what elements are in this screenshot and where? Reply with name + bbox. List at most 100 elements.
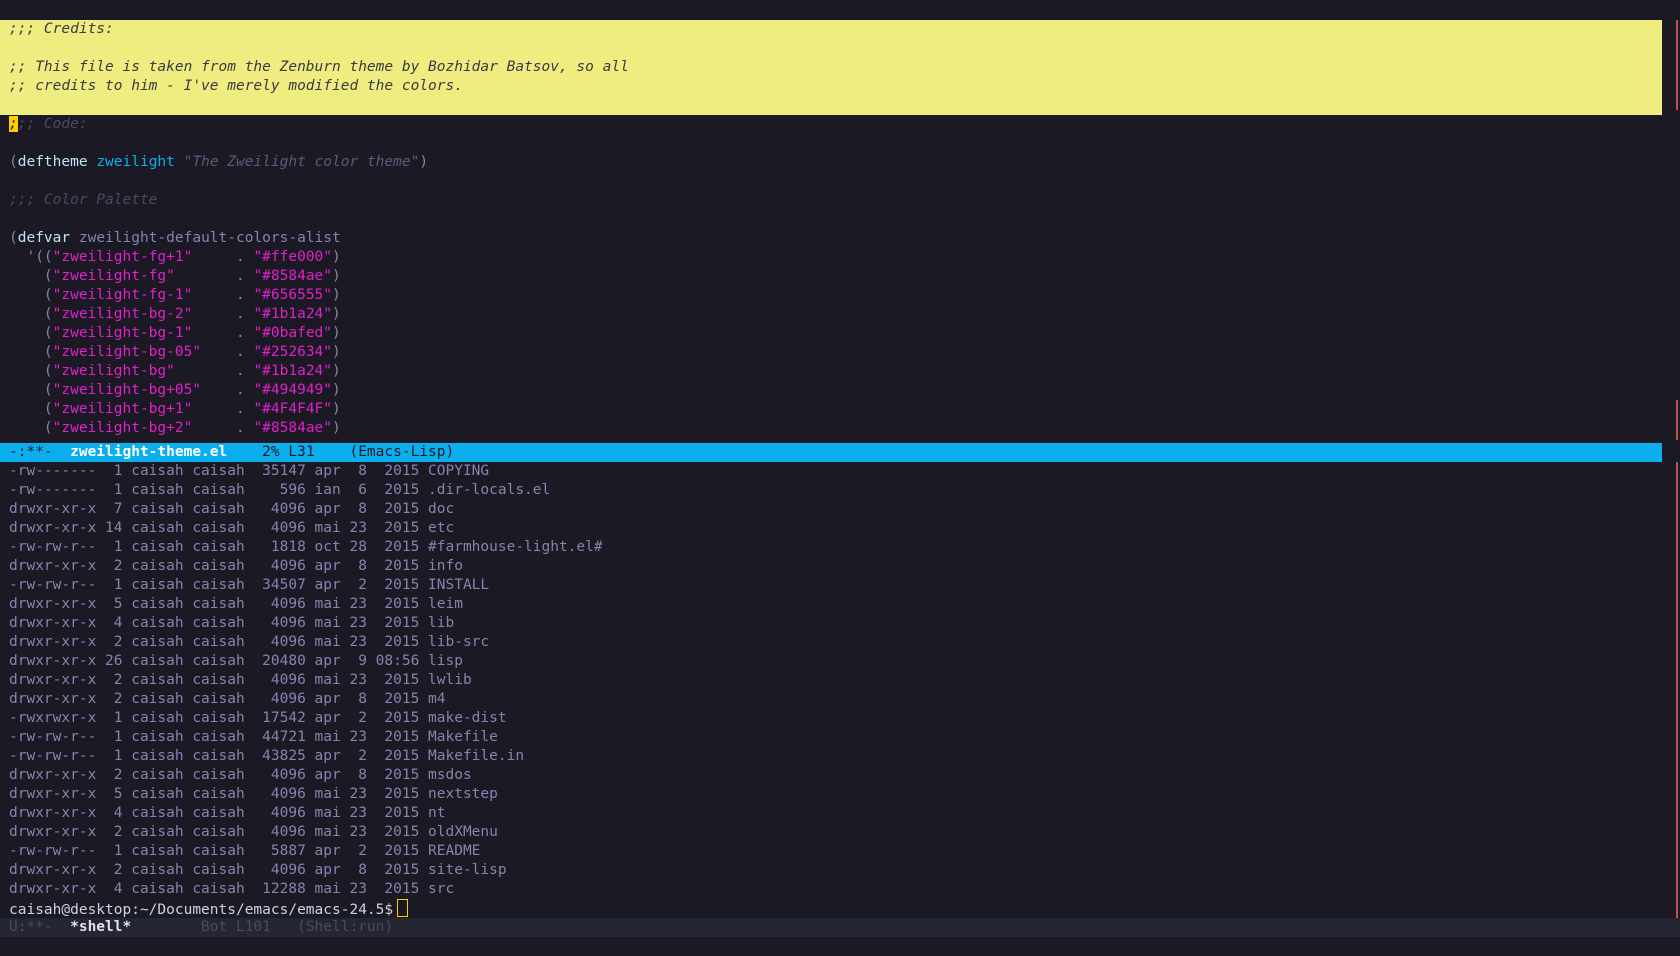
text-cursor[interactable]: ; [9,116,18,132]
color-entry-dot: . [192,306,254,322]
color-entry-name: "zweilight-bg-1" [52,325,193,341]
modeline-editor[interactable]: -:**- zweilight-theme.el 2% L31 (Emacs-L… [0,443,1680,462]
credits-header-line: ;;; Credits: [9,21,114,37]
modeline-mode[interactable]: (Emacs-Lisp) [349,444,454,460]
terminal-cursor[interactable] [397,899,409,917]
color-entry-close: ) [332,325,341,341]
color-entry-value: "#8584ae" [253,420,333,436]
shell-prompt: caisah@desktop:~/Documents/emacs/emacs-2… [9,902,394,918]
color-entry-line: ("zweilight-fg" . "#8584ae") [0,267,1662,286]
color-entry-line: '(("zweilight-fg+1" . "#ffe000") [0,248,1662,267]
color-entry-value: "#1b1a24" [253,306,333,322]
color-entry-open: ( [9,401,53,417]
color-entry-open: '(( [9,249,53,265]
color-entry-close: ) [332,420,341,436]
shell-window[interactable]: -rw------- 1 caisah caisah 35147 apr 8 2… [0,462,1680,918]
color-entry-open: ( [9,325,53,341]
listing-row: -rw-rw-r-- 1 caisah caisah 1818 oct 28 2… [9,539,603,555]
color-entry-name: "zweilight-bg+2" [52,420,193,436]
color-entry-open: ( [9,363,53,379]
color-entry-value: "#4F4F4F" [253,401,333,417]
color-entry-value: "#1b1a24" [253,363,333,379]
listing-row: drwxr-xr-x 2 caisah caisah 4096 mai 23 2… [9,824,498,840]
fringe-marker [1676,20,1678,110]
color-entry-dot: . [201,382,254,398]
code-comment-text: ;; Code: [17,116,88,132]
color-entry-open: ( [9,420,53,436]
credits-highlight-block: ;;; Credits: ;; This file is taken from … [0,20,1662,115]
color-entry-close: ) [332,268,341,284]
color-entry-value: "#0bafed" [253,325,333,341]
modeline-status: U:**- [9,919,71,935]
modeline-buffer-name[interactable]: zweilight-theme.el [70,444,227,460]
color-entry-dot: . [174,363,254,379]
defvar-name: zweilight-default-colors-alist [78,230,341,246]
listing-row: drwxr-xr-x 2 caisah caisah 4096 apr 8 20… [9,767,472,783]
color-entry-line: ("zweilight-bg+1" . "#4F4F4F") [0,400,1662,419]
color-entry-value: "#8584ae" [253,268,333,284]
listing-row: drwxr-xr-x 4 caisah caisah 4096 mai 23 2… [9,805,446,821]
credits-text-line: ;; credits to him - I've merely modified… [9,78,463,94]
color-entry-name: "zweilight-bg" [52,363,175,379]
color-entry-name: "zweilight-fg+1" [52,249,193,265]
palette-comment-line: ;;; Color Palette [9,192,158,208]
listing-row: drwxr-xr-x 26 caisah caisah 20480 apr 9 … [9,653,463,669]
color-entry-name: "zweilight-bg-2" [52,306,193,322]
color-entry-open: ( [9,382,53,398]
listing-row: drwxr-xr-x 2 caisah caisah 4096 apr 8 20… [9,558,463,574]
color-entry-dot: . [192,401,254,417]
theme-docstring: "The Zweilight color theme" [183,154,420,170]
color-entry-value: "#494949" [253,382,333,398]
defvar-keyword: defvar [17,230,71,246]
color-entry-line: ("zweilight-bg+05" . "#494949") [0,381,1662,400]
modeline-position: 2% L31 [227,444,350,460]
color-entry-value: "#656555" [253,287,333,303]
color-entry-value: "#ffe000" [253,249,333,265]
listing-row: drwxr-xr-x 2 caisah caisah 4096 apr 8 20… [9,862,507,878]
color-entry-close: ) [332,249,341,265]
deftheme-keyword: deftheme [17,154,88,170]
color-entry-name: "zweilight-bg+05" [52,382,202,398]
editor-window[interactable]: ;;; Credits: ;; This file is taken from … [0,20,1662,442]
color-entry-dot: . [192,325,254,341]
color-entry-open: ( [9,268,53,284]
color-entry-line: ("zweilight-bg-1" . "#0bafed") [0,324,1662,343]
listing-row: -rw-rw-r-- 1 caisah caisah 43825 apr 2 2… [9,748,525,764]
listing-row: -rw-rw-r-- 1 caisah caisah 5887 apr 2 20… [9,843,481,859]
modeline-mode[interactable]: (Shell:run) [297,919,393,935]
listing-row: drwxr-xr-x 5 caisah caisah 4096 mai 23 2… [9,786,498,802]
color-entry-close: ) [332,382,341,398]
color-entry-close: ) [332,306,341,322]
code-comment-line: ;;; Code: [0,115,1662,134]
listing-row: drwxr-xr-x 7 caisah caisah 4096 apr 8 20… [9,501,455,517]
deftheme-line: (deftheme zweilight "The Zweilight color… [9,154,429,170]
color-entry-close: ) [332,363,341,379]
color-entry-dot: . [192,420,254,436]
color-entry-close: ) [332,344,341,360]
listing-row: -rw------- 1 caisah caisah 35147 apr 8 2… [9,463,490,479]
modeline-status: -:**- [9,444,71,460]
color-entry-open: ( [9,306,53,322]
color-entry-open: ( [9,344,53,360]
color-entry-dot: . [174,268,254,284]
listing-row: drwxr-xr-x 4 caisah caisah 4096 mai 23 2… [9,615,455,631]
color-entry-close: ) [332,401,341,417]
theme-name: zweilight [96,154,175,170]
color-entry-line: ("zweilight-bg" . "#1b1a24") [0,362,1662,381]
color-entry-dot: . [192,287,254,303]
shell-prompt-line[interactable]: caisah@desktop:~/Documents/emacs/emacs-2… [0,899,1680,918]
frame-top-edge [0,0,1680,20]
listing-row: drwxr-xr-x 4 caisah caisah 12288 mai 23 … [9,881,455,897]
color-entry-value: "#252634" [253,344,333,360]
modeline-buffer-name[interactable]: *shell* [70,919,131,935]
color-entry-name: "zweilight-bg-05" [52,344,202,360]
listing-row: -rwxrwxr-x 1 caisah caisah 17542 apr 2 2… [9,710,507,726]
fringe-marker [1676,462,1678,918]
modeline-shell[interactable]: U:**- *shell* Bot L101 (Shell:run) [0,918,1680,937]
color-entry-name: "zweilight-fg" [52,268,175,284]
color-entry-dot: . [192,249,254,265]
color-entry-name: "zweilight-bg+1" [52,401,193,417]
credits-text-line: ;; This file is taken from the Zenburn t… [9,59,629,75]
